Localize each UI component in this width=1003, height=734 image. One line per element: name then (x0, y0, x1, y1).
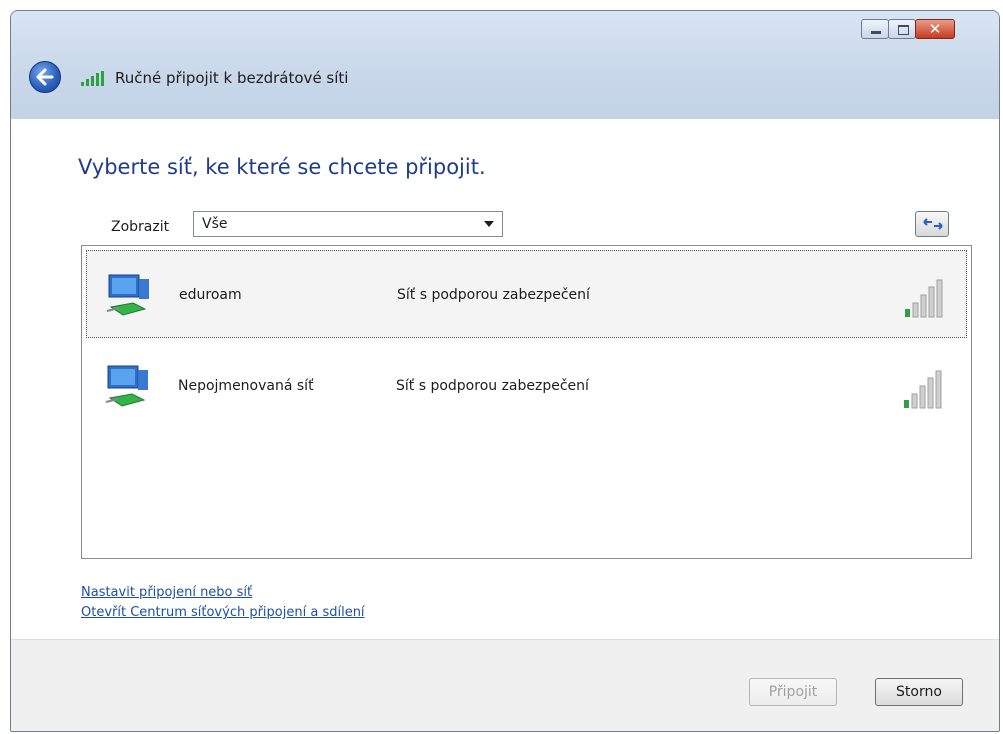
network-center-link[interactable]: Otevřít Centrum síťových připojení a sdí… (81, 605, 365, 620)
show-label: Zobrazit (111, 219, 170, 235)
minimize-icon (871, 31, 881, 34)
maximize-button[interactable] (888, 19, 916, 39)
footer: Připojit Storno (11, 639, 999, 731)
setup-connection-link[interactable]: Nastavit připojení nebo síť (81, 585, 252, 600)
network-security: Síť s podporou zabezpečení (397, 287, 590, 303)
signal-strength-icon (905, 279, 943, 318)
wireless-network-icon (106, 274, 149, 316)
window-title: Ručné připojit k bezdrátové síti (115, 69, 349, 87)
show-filter-value: Vše (202, 216, 228, 232)
network-list: eduroam Síť s podporou zabezpečení Nepoj… (81, 245, 972, 559)
chevron-down-icon (484, 221, 494, 227)
cancel-button[interactable]: Storno (875, 678, 963, 706)
connect-button[interactable]: Připojit (749, 678, 837, 706)
wireless-connect-window: ✕ Ručné připojit k bezdrátové síti Vyber… (10, 10, 1000, 732)
back-arrow-icon (36, 68, 54, 86)
wireless-signal-icon (81, 71, 104, 86)
page-heading: Vyberte síť, ke které se chcete připojit… (78, 155, 486, 179)
network-row-unnamed[interactable]: Nepojmenovaná síť Síť s podporou zabezpe… (86, 342, 967, 430)
content-area: Vyberte síť, ke které se chcete připojit… (11, 119, 999, 639)
network-name: Nepojmenovaná síť (178, 378, 314, 394)
minimize-button[interactable] (861, 19, 889, 39)
close-button[interactable]: ✕ (915, 19, 955, 39)
show-filter-dropdown[interactable]: Vše (193, 211, 503, 237)
refresh-button[interactable] (915, 211, 949, 237)
maximize-icon (898, 25, 909, 35)
title-bar: ✕ Ručné připojit k bezdrátové síti (11, 11, 999, 119)
refresh-icon (923, 218, 943, 230)
signal-strength-icon (904, 370, 942, 409)
network-security: Síť s podporou zabezpečení (396, 378, 589, 394)
wireless-network-icon (105, 365, 148, 407)
network-row-eduroam[interactable]: eduroam Síť s podporou zabezpečení (86, 250, 967, 338)
network-name: eduroam (179, 287, 242, 303)
back-button[interactable] (29, 61, 61, 93)
close-icon: ✕ (928, 20, 942, 38)
